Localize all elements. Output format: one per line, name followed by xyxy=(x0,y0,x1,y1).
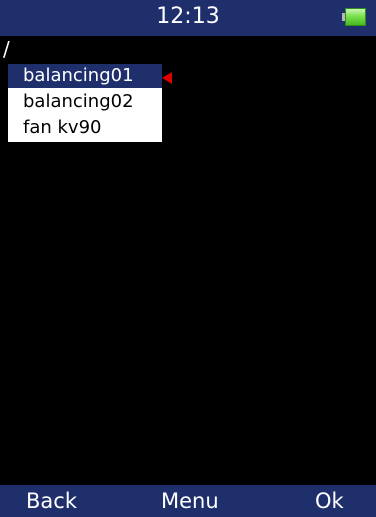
file-list: balancing01 balancing02 fan kv90 xyxy=(8,64,172,142)
status-bar: 12:13 xyxy=(0,0,376,36)
ok-button[interactable]: Ok xyxy=(315,485,344,517)
list-item-label: balancing01 xyxy=(23,65,134,86)
back-button[interactable]: Back xyxy=(26,485,77,517)
list-item-label: balancing02 xyxy=(23,91,134,112)
current-path: / xyxy=(3,37,10,61)
list-item-label: fan kv90 xyxy=(23,117,102,138)
list-item[interactable]: fan kv90 xyxy=(8,116,162,140)
list-item[interactable]: balancing02 xyxy=(8,90,162,114)
battery-body xyxy=(345,8,366,26)
red-left-arrow-icon xyxy=(162,72,172,84)
softkey-bar: Back Menu Ok xyxy=(0,485,376,517)
clock: 12:13 xyxy=(156,4,220,29)
menu-button[interactable]: Menu xyxy=(161,485,219,517)
battery-full-icon xyxy=(342,8,366,26)
list-item[interactable]: balancing01 xyxy=(8,64,172,88)
